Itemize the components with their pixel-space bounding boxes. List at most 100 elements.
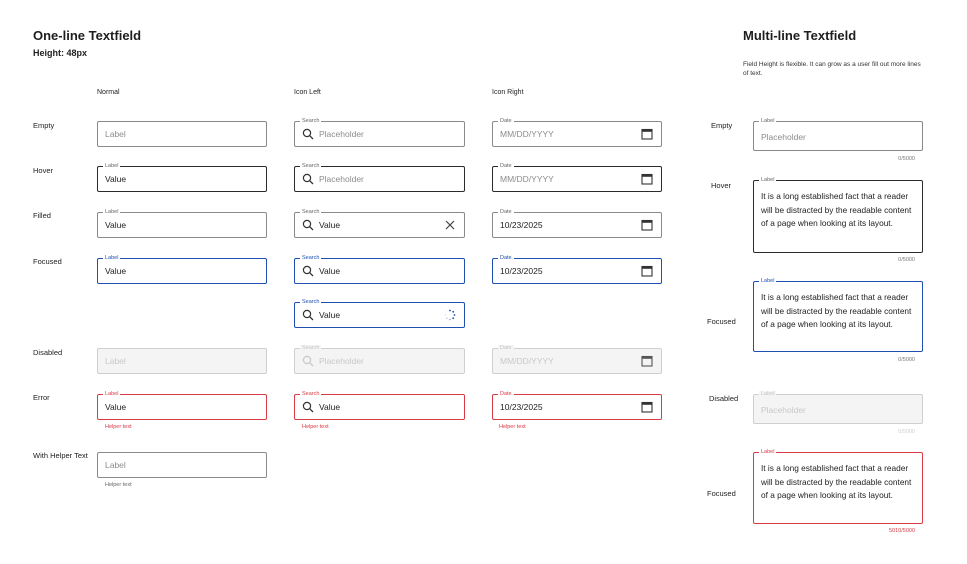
normal-hover-field[interactable]: Label Value bbox=[97, 163, 267, 192]
search-icon bbox=[302, 173, 314, 185]
ml-focused-textarea[interactable]: Label It is a long established fact that… bbox=[753, 277, 923, 352]
icon-right-filled-field[interactable]: Date 10/23/2025 bbox=[492, 209, 662, 238]
field-label: Search bbox=[300, 118, 322, 125]
row-label-focused: Focused bbox=[33, 257, 62, 266]
normal-helper-field[interactable]: Label bbox=[97, 452, 267, 478]
field-placeholder: Placeholder bbox=[319, 356, 364, 366]
ml-empty-counter: 0/5000 bbox=[898, 156, 915, 162]
field-value: Value bbox=[319, 266, 341, 276]
normal-filled-field[interactable]: Label Value bbox=[97, 209, 267, 238]
field-label: Date bbox=[498, 345, 514, 352]
normal-empty-field[interactable]: Label bbox=[97, 121, 267, 147]
field-placeholder: Label bbox=[105, 460, 126, 470]
field-value: Value bbox=[319, 220, 341, 230]
ml-row-label-disabled: Disabled bbox=[709, 394, 739, 403]
field-label: Search bbox=[300, 391, 322, 398]
field-label: Search bbox=[300, 254, 322, 262]
field-label: Label bbox=[103, 163, 121, 170]
field-value: 10/23/2025 bbox=[500, 266, 543, 276]
multi-line-description: Field Height is flexible. It can grow as… bbox=[743, 61, 921, 77]
field-placeholder: MM/DD/YYYY bbox=[500, 356, 554, 366]
field-placeholder: Placeholder bbox=[319, 129, 364, 139]
icon-left-loading-field[interactable]: Search Value bbox=[294, 298, 465, 328]
search-icon bbox=[302, 355, 314, 367]
search-icon bbox=[302, 265, 314, 277]
column-header-normal: Normal bbox=[97, 89, 120, 96]
icon-left-focused-field[interactable]: Search Value bbox=[294, 254, 465, 284]
field-placeholder: Label bbox=[105, 129, 126, 139]
field-label: Label bbox=[103, 391, 121, 398]
field-value: Value bbox=[105, 266, 127, 276]
field-value: Value bbox=[105, 220, 127, 230]
icon-left-empty-field[interactable]: Search Placeholder bbox=[294, 118, 465, 147]
ml-error-textarea[interactable]: Label It is a long established fact that… bbox=[753, 449, 923, 524]
field-placeholder: Label bbox=[105, 356, 126, 366]
field-placeholder: MM/DD/YYYY bbox=[500, 129, 554, 139]
calendar-icon[interactable] bbox=[641, 265, 653, 277]
height-note: Height: 48px bbox=[33, 48, 88, 58]
field-label: Date bbox=[498, 391, 514, 398]
icon-left-error-field[interactable]: Search Value bbox=[294, 391, 465, 420]
field-label: Label bbox=[759, 449, 777, 456]
field-placeholder: Placeholder bbox=[319, 174, 364, 184]
field-value: 10/23/2025 bbox=[500, 220, 543, 230]
ml-hover-counter: 0/5000 bbox=[898, 257, 915, 263]
field-value: Value bbox=[105, 402, 127, 412]
ml-disabled-counter: 0/5000 bbox=[898, 429, 915, 435]
field-value: It is a long established fact that a rea… bbox=[761, 191, 912, 228]
icon-right-disabled-field: Date MM/DD/YYYY bbox=[492, 345, 662, 374]
column-header-icon-right: Icon Right bbox=[492, 89, 524, 96]
icon-right-error-field[interactable]: Date 10/23/2025 bbox=[492, 391, 662, 420]
column-header-icon-left: Icon Left bbox=[294, 89, 321, 96]
ml-row-label-error-focused: Focused bbox=[707, 489, 736, 498]
field-placeholder: Placeholder bbox=[761, 132, 806, 142]
normal-focused-field[interactable]: Label Value bbox=[97, 254, 267, 284]
field-label: Date bbox=[498, 209, 514, 216]
icon-right-hover-field[interactable]: Date MM/DD/YYYY bbox=[492, 163, 662, 192]
calendar-icon[interactable] bbox=[641, 401, 653, 413]
ml-empty-textarea[interactable]: Label Placeholder bbox=[753, 118, 923, 151]
field-label: Label bbox=[759, 277, 777, 285]
icon-left-disabled-field: Search Placeholder bbox=[294, 345, 465, 374]
field-label: Label bbox=[759, 118, 777, 125]
spinner-icon bbox=[444, 309, 456, 321]
icon-right-empty-field[interactable]: Date MM/DD/YYYY bbox=[492, 118, 662, 147]
icon-left-hover-field[interactable]: Search Placeholder bbox=[294, 163, 465, 192]
field-value: 10/23/2025 bbox=[500, 402, 543, 412]
multi-line-title: Multi-line Textfield bbox=[743, 28, 857, 43]
field-placeholder: MM/DD/YYYY bbox=[500, 174, 554, 184]
field-label: Label bbox=[103, 209, 121, 216]
close-icon[interactable] bbox=[444, 219, 456, 231]
ml-disabled-textarea: Label Placeholder bbox=[753, 391, 923, 424]
calendar-icon[interactable] bbox=[641, 173, 653, 185]
calendar-icon bbox=[641, 355, 653, 367]
field-placeholder: Placeholder bbox=[761, 405, 806, 415]
icon-left-filled-field[interactable]: Search Value bbox=[294, 209, 465, 238]
ml-hover-textarea[interactable]: Label It is a long established fact that… bbox=[753, 177, 923, 253]
ml-error-counter: 5010/5000 bbox=[889, 528, 915, 534]
field-label: Date bbox=[498, 254, 514, 262]
row-label-empty: Empty bbox=[33, 121, 55, 130]
field-label: Search bbox=[300, 345, 322, 352]
one-line-title: One-line Textfield bbox=[33, 28, 142, 43]
search-icon bbox=[302, 128, 314, 140]
row-label-with-helper-text: With Helper Text bbox=[33, 451, 88, 460]
field-value: Value bbox=[319, 402, 341, 412]
normal-helper-text: Helper text bbox=[105, 482, 132, 488]
ml-focused-counter: 0/5000 bbox=[898, 357, 915, 363]
field-label: Date bbox=[498, 163, 514, 170]
calendar-icon[interactable] bbox=[641, 219, 653, 231]
icon-right-focused-field[interactable]: Date 10/23/2025 bbox=[492, 254, 662, 284]
field-label: Label bbox=[103, 254, 121, 262]
calendar-icon[interactable] bbox=[641, 128, 653, 140]
field-label: Label bbox=[759, 177, 777, 184]
ml-row-label-empty: Empty bbox=[711, 121, 733, 130]
normal-error-field[interactable]: Label Value bbox=[97, 391, 267, 420]
field-value: It is a long established fact that a rea… bbox=[761, 292, 912, 329]
field-label: Label bbox=[759, 391, 777, 398]
icon-left-error-helper-text: Helper text bbox=[302, 424, 329, 430]
field-label: Search bbox=[300, 163, 322, 170]
normal-disabled-field: Label bbox=[97, 348, 267, 374]
search-icon bbox=[302, 401, 314, 413]
field-value: Value bbox=[105, 174, 127, 184]
